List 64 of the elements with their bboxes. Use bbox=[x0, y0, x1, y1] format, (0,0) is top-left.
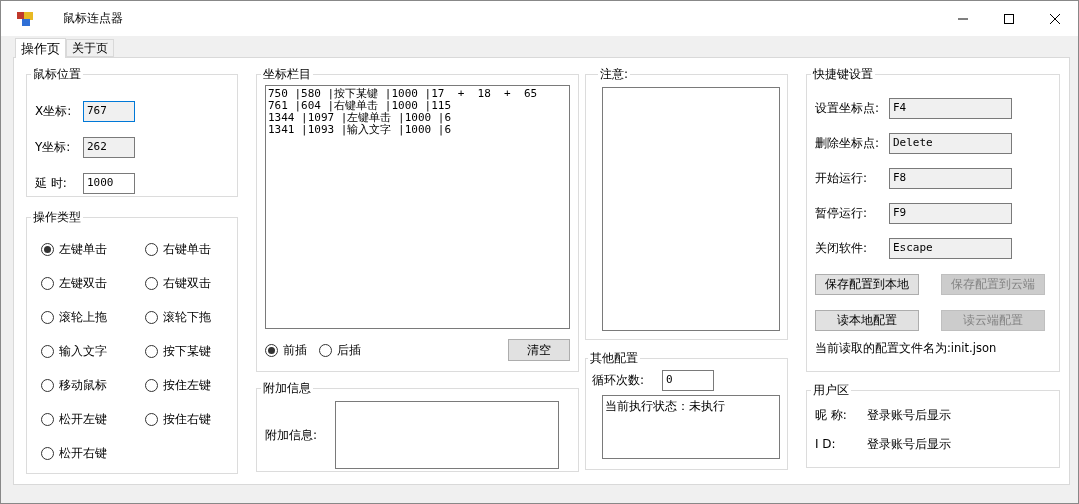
radio-button[interactable]: 移动鼠标 bbox=[41, 376, 145, 394]
input-field[interactable]: Delete bbox=[889, 133, 1012, 154]
field-label: 设置坐标点: bbox=[815, 100, 881, 117]
radio-button[interactable]: 输入文字 bbox=[41, 342, 145, 360]
field-label: 循环次数: bbox=[592, 371, 646, 389]
close-icon bbox=[1050, 13, 1060, 24]
radio-button[interactable]: 右键单击 bbox=[145, 240, 235, 258]
tab[interactable]: 操作页 bbox=[15, 38, 66, 58]
field-label: 暂停运行: bbox=[815, 205, 869, 222]
radio-button[interactable]: 按下某键 bbox=[145, 342, 235, 360]
field-label: 昵 称: bbox=[815, 406, 848, 424]
field-label: Y坐标: bbox=[35, 138, 72, 156]
extra-info-field[interactable] bbox=[335, 401, 559, 469]
input-field[interactable]: 1000 bbox=[83, 172, 135, 194]
group-title: 快捷键设置 bbox=[812, 66, 874, 83]
input-field[interactable]: Escape bbox=[889, 238, 1012, 259]
tab[interactable]: 关于页 bbox=[66, 39, 114, 57]
status-text: 当前执行状态：未执行 bbox=[602, 395, 780, 459]
clear-button[interactable]: 清空 bbox=[508, 339, 570, 361]
radio-button[interactable]: 松开左键 bbox=[41, 410, 145, 428]
field-label: 附加信息: bbox=[265, 426, 319, 444]
group-title: 坐标栏目 bbox=[262, 66, 312, 83]
coordinate-list[interactable]: 750 |580 |按下某键 |1000 |17 + 18 + 65 761 |604 |右键单击 |1000 |115 1344 |1097 |左键单击 |1000 |6 1341 |1093 |输入文字 |1000 |6 bbox=[265, 85, 570, 329]
radio-button[interactable]: 左键双击 bbox=[41, 274, 145, 292]
field-label: 开始运行: bbox=[815, 170, 869, 187]
config-button[interactable]: 读本地配置 bbox=[815, 310, 919, 331]
radio-button[interactable]: 松开右键 bbox=[41, 444, 145, 462]
input-field[interactable]: 0 bbox=[662, 369, 714, 391]
field-label: X坐标: bbox=[35, 102, 73, 120]
notes-field[interactable] bbox=[602, 87, 780, 331]
radio-button[interactable]: 按住右键 bbox=[145, 410, 235, 428]
list-item[interactable]: 761 |604 |右键单击 |1000 |115 bbox=[268, 100, 567, 112]
field-value: 登录账号后显示 bbox=[867, 435, 951, 453]
group-title: 其他配置 bbox=[589, 350, 639, 367]
group-title: 操作类型 bbox=[32, 209, 82, 226]
radio-button[interactable]: 滚轮上拖 bbox=[41, 308, 145, 326]
app-icon bbox=[17, 11, 33, 26]
list-item[interactable]: 750 |580 |按下某键 |1000 |17 + 18 + 65 bbox=[268, 88, 567, 100]
field-label: 删除坐标点: bbox=[815, 135, 881, 152]
group-title: 用户区 bbox=[812, 382, 850, 399]
input-field[interactable]: 262 bbox=[83, 136, 135, 158]
group-title: 附加信息 bbox=[262, 380, 312, 397]
config-button[interactable]: 保存配置到本地 bbox=[815, 274, 919, 295]
group-title: 鼠标位置 bbox=[32, 66, 82, 83]
maximize-icon bbox=[1004, 13, 1014, 24]
radio-button[interactable]: 后插 bbox=[319, 341, 361, 359]
list-item[interactable]: 1341 |1093 |输入文字 |1000 |6 bbox=[268, 124, 567, 136]
field-value: 登录账号后显示 bbox=[867, 406, 951, 424]
config-file-text: 当前读取的配置文件名为:init.json bbox=[815, 341, 998, 356]
input-field[interactable]: F4 bbox=[889, 98, 1012, 119]
radio-button[interactable]: 按住左键 bbox=[145, 376, 235, 394]
radio-button[interactable]: 滚轮下拖 bbox=[145, 308, 235, 326]
field-label: 关闭软件: bbox=[815, 240, 869, 257]
input-field[interactable]: F8 bbox=[889, 168, 1012, 189]
field-label: 延 时: bbox=[35, 174, 68, 192]
radio-button[interactable]: 右键双击 bbox=[145, 274, 235, 292]
input-field[interactable]: 767 bbox=[83, 100, 135, 122]
list-item[interactable]: 1344 |1097 |左键单击 |1000 |6 bbox=[268, 112, 567, 124]
group-title: 注意: bbox=[599, 66, 630, 83]
radio-button[interactable]: 左键单击 bbox=[41, 240, 145, 258]
field-label: I D: bbox=[815, 437, 837, 451]
radio-button[interactable]: 前插 bbox=[265, 341, 307, 359]
input-field[interactable]: F9 bbox=[889, 203, 1012, 224]
window-title: 鼠标连点器 bbox=[63, 10, 123, 27]
